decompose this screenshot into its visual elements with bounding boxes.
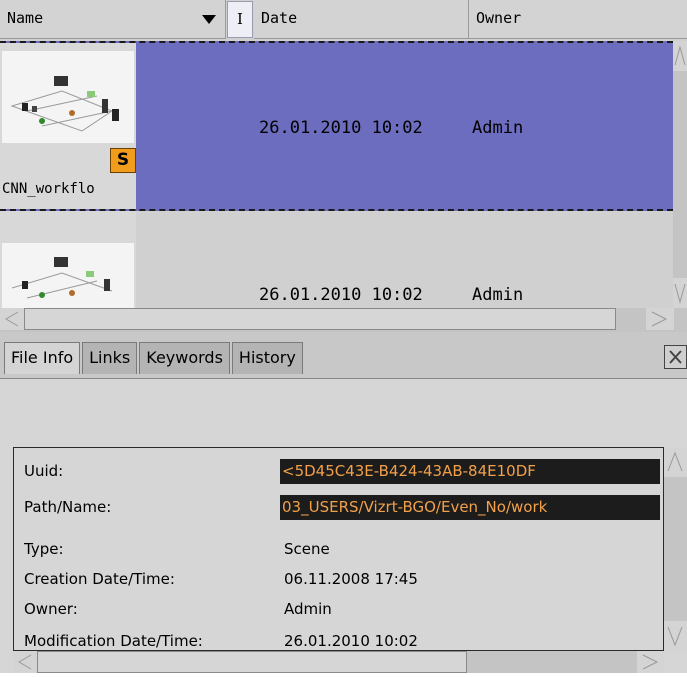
- scroll-down-icon: [674, 283, 686, 304]
- row-date: 26.01.2010 10:02: [259, 285, 423, 305]
- info-label-modified: Modification Date/Time:: [24, 632, 203, 650]
- scroll-left-icon: [5, 311, 19, 327]
- scene-type-badge: S: [110, 148, 136, 173]
- scroll-right-icon: [651, 311, 668, 327]
- tab-keywords[interactable]: Keywords: [139, 342, 230, 374]
- info-vertical-scrollbar[interactable]: [664, 447, 687, 651]
- column-header-name[interactable]: Name: [0, 0, 226, 39]
- info-horizontal-scrollbar[interactable]: [13, 651, 664, 673]
- scroll-up-icon: [674, 45, 686, 66]
- thumbnail: S CNN_workflo: [0, 43, 136, 209]
- info-value-uuid[interactable]: <5D45C43E-B424-43AB-84E10DF: [280, 459, 660, 484]
- column-owner-label: Owner: [476, 9, 522, 27]
- column-date-label: Date: [261, 9, 298, 27]
- scroll-down-icon: [667, 626, 683, 647]
- info-scroll-thumb[interactable]: [37, 651, 467, 673]
- tab-bar: File Info Links Keywords History: [4, 342, 303, 374]
- info-label-uuid: Uuid:: [24, 462, 64, 480]
- scroll-thumb[interactable]: [24, 308, 616, 330]
- thumbnail-label: CNN_workflo: [2, 181, 95, 197]
- info-value-modified: 26.01.2010 10:02: [284, 632, 418, 650]
- tab-file-info[interactable]: File Info: [4, 342, 81, 374]
- info-scroll-down-button[interactable]: [664, 621, 687, 651]
- info-label-owner: Owner:: [24, 600, 78, 618]
- info-value-creation: 06.11.2008 17:45: [284, 570, 418, 588]
- close-icon: [669, 350, 682, 364]
- close-panel-button[interactable]: [664, 345, 687, 369]
- file-info-list: Uuid: <5D45C43E-B424-43AB-84E10DF Path/N…: [13, 447, 664, 651]
- list-horizontal-scrollbar[interactable]: [0, 308, 687, 332]
- scene-preview-image: [2, 51, 134, 143]
- info-label-creation: Creation Date/Time:: [24, 570, 175, 588]
- info-scroll-up-button[interactable]: [664, 447, 687, 477]
- scroll-up-button[interactable]: [673, 41, 687, 71]
- scroll-left-button[interactable]: [0, 308, 24, 330]
- row-owner: Admin: [472, 285, 524, 305]
- column-header-date[interactable]: Date: [254, 0, 469, 39]
- scroll-down-button[interactable]: [673, 278, 687, 308]
- tab-links[interactable]: Links: [82, 342, 138, 374]
- info-scroll-right-button[interactable]: [637, 651, 664, 673]
- row-date: 26.01.2010 10:02: [259, 118, 423, 138]
- scene-preview-image: [2, 243, 134, 308]
- thumbnail: [0, 211, 136, 308]
- tab-history[interactable]: History: [231, 342, 303, 374]
- scroll-right-icon: [642, 654, 659, 670]
- scroll-right-button[interactable]: [646, 308, 674, 330]
- info-label-path: Path/Name:: [24, 498, 112, 516]
- sort-desc-icon[interactable]: [202, 15, 216, 24]
- column-header-owner[interactable]: Owner: [469, 0, 687, 39]
- scroll-left-icon: [18, 654, 32, 670]
- table-row[interactable]: 26.01.2010 10:02 Admin: [0, 211, 673, 308]
- file-list: Name I Date Owner S CNN_workflo 26.01.20…: [0, 0, 687, 332]
- table-row[interactable]: S CNN_workflo 26.01.2010 10:02 Admin: [0, 41, 673, 211]
- info-scroll-left-button[interactable]: [13, 651, 37, 673]
- column-name-label: Name: [7, 9, 44, 27]
- info-value-owner: Admin: [284, 600, 332, 618]
- info-label-type: Type:: [24, 540, 64, 558]
- scroll-up-icon: [667, 451, 683, 472]
- column-header-i[interactable]: I: [227, 1, 253, 38]
- row-owner: Admin: [472, 118, 524, 138]
- info-value-type: Scene: [284, 540, 330, 558]
- info-value-path[interactable]: 03_USERS/Vizrt-BGO/Even_No/work: [280, 495, 660, 520]
- list-vertical-scrollbar[interactable]: [673, 41, 687, 308]
